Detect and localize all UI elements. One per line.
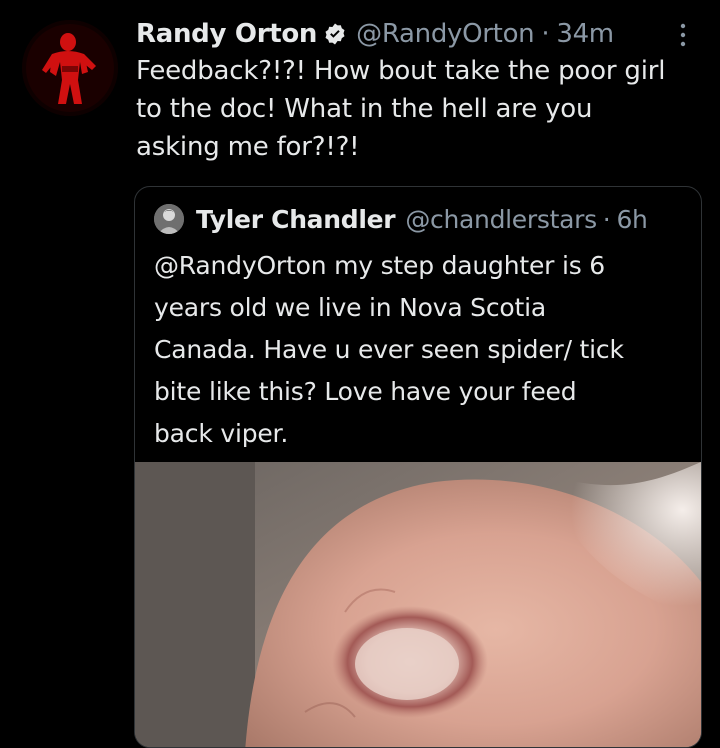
quoted-tweet-card[interactable]: Tyler Chandler @chandlerstars · 6h @Rand…	[134, 186, 702, 748]
quoted-text-line: years old we live in Nova Scotia	[154, 293, 546, 322]
quoted-header-separator: ·	[602, 204, 611, 234]
vertical-ellipsis-icon[interactable]	[673, 22, 693, 48]
skin-bite-photo	[135, 462, 701, 747]
tweet-text-line: to the doc! What in the hell are you	[136, 94, 593, 124]
author-handle[interactable]: @RandyOrton	[356, 19, 535, 49]
verified-badge-icon	[323, 22, 347, 46]
quoted-tweet-timestamp[interactable]: 6h	[616, 205, 647, 234]
tweet-header: Randy Orton @RandyOrton · 34m	[136, 15, 614, 53]
tweet-timestamp[interactable]: 34m	[556, 19, 614, 49]
author-avatar[interactable]	[22, 20, 118, 116]
quoted-text-line: Canada. Have u ever seen spider/ tick	[154, 335, 624, 364]
quoted-text-line: @RandyOrton my step daughter is 6	[154, 251, 605, 280]
author-display-name[interactable]: Randy Orton	[136, 19, 317, 49]
tweet[interactable]: Randy Orton @RandyOrton · 34m Feedback?!…	[0, 0, 720, 748]
tweet-text-line: Feedback?!?! How bout take the poor girl	[136, 56, 666, 86]
user-avatar-icon[interactable]	[154, 204, 184, 234]
tweet-text-line: asking me for?!?!	[136, 132, 360, 162]
quoted-text-line: bite like this? Love have your feed	[154, 377, 577, 406]
quoted-text-line: back viper.	[154, 419, 289, 448]
quoted-author-handle[interactable]: @chandlerstars	[405, 205, 597, 234]
wrestler-avatar-icon	[22, 20, 118, 116]
quoted-tweet-text: @RandyOrton my step daughter is 6 years …	[154, 245, 684, 455]
quoted-tweet-header: Tyler Chandler @chandlerstars · 6h	[154, 201, 648, 237]
header-separator: ·	[541, 19, 550, 49]
tweet-text: Feedback?!?! How bout take the poor girl…	[136, 52, 706, 166]
quoted-tweet-photo[interactable]	[135, 462, 701, 747]
quoted-author-display-name[interactable]: Tyler Chandler	[196, 205, 396, 234]
